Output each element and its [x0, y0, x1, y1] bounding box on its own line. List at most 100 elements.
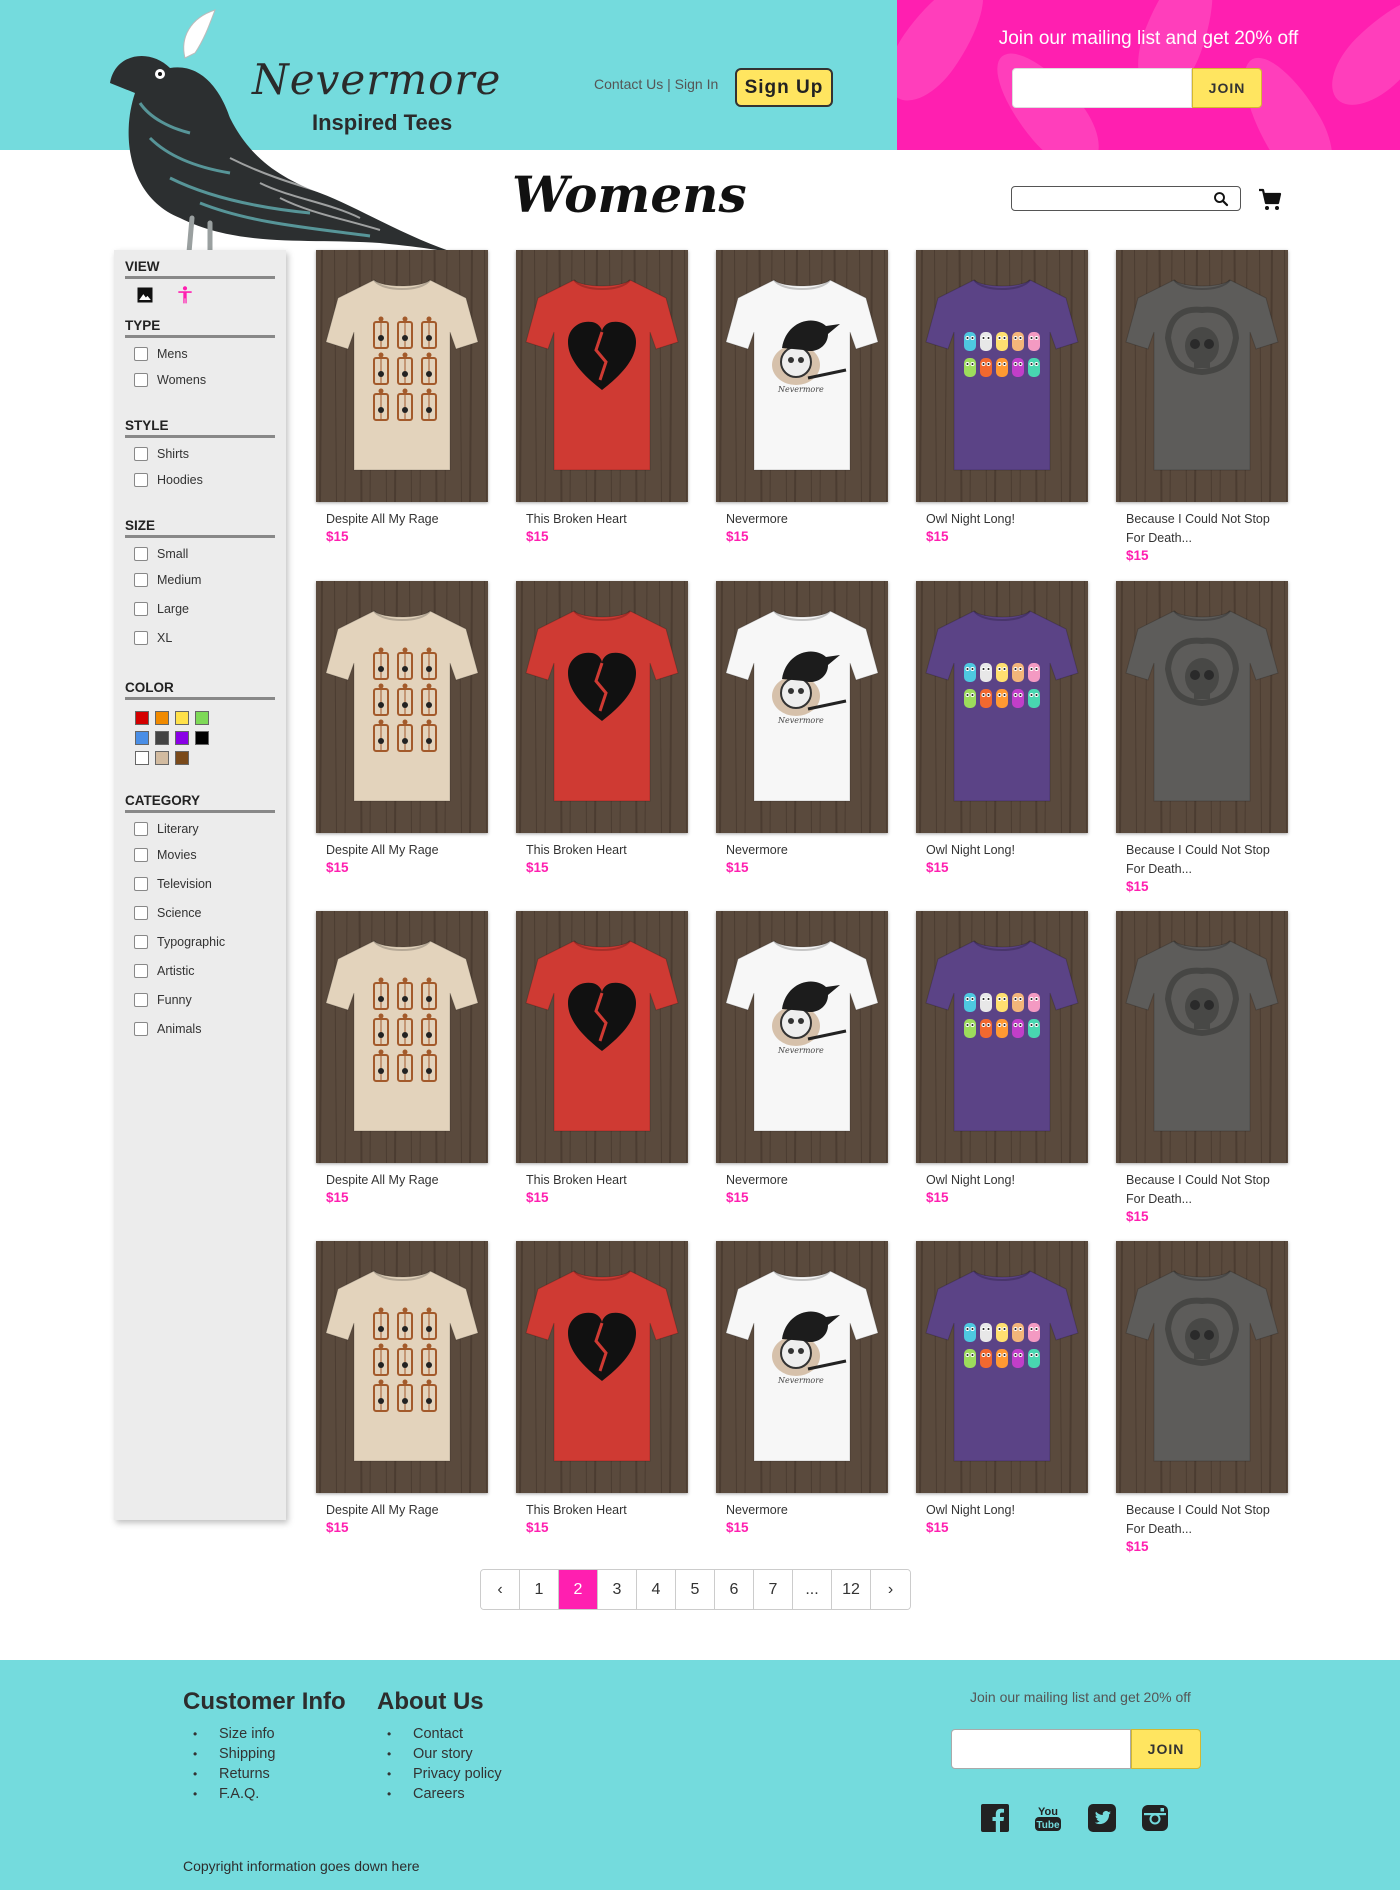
product-name[interactable]: Because I Could Not Stop For Death... — [1116, 1171, 1281, 1209]
product-name[interactable]: Because I Could Not Stop For Death... — [1116, 841, 1281, 879]
logo-title[interactable]: Nevermore — [252, 55, 501, 104]
filter-option-small[interactable]: Small — [125, 547, 275, 561]
checkbox[interactable] — [134, 631, 148, 645]
checkbox[interactable] — [134, 373, 148, 387]
prev-page-icon[interactable]: ‹ — [481, 1570, 520, 1609]
checkbox[interactable] — [134, 447, 148, 461]
product-image[interactable]: Nevermore — [716, 581, 888, 833]
product-name[interactable]: Despite All My Rage — [316, 1501, 481, 1520]
product-name[interactable]: Owl Night Long! — [916, 1171, 1081, 1190]
filter-option-xl[interactable]: XL — [125, 631, 275, 645]
youtube-icon[interactable]: You Tube — [1033, 1803, 1063, 1833]
product-card[interactable]: Because I Could Not Stop For Death... $15 — [1116, 581, 1288, 894]
product-image[interactable]: Nevermore — [716, 911, 888, 1163]
filter-option-movies[interactable]: Movies — [125, 848, 275, 862]
checkbox[interactable] — [134, 964, 148, 978]
footer-link-contact[interactable]: Contact — [377, 1724, 502, 1744]
product-card[interactable]: Because I Could Not Stop For Death... $15 — [1116, 250, 1288, 563]
color-swatch[interactable] — [195, 731, 209, 745]
color-swatch[interactable] — [135, 711, 149, 725]
product-card[interactable]: Despite All My Rage $15 — [316, 1241, 488, 1535]
sign-in-link[interactable]: Sign In — [675, 76, 719, 92]
product-image[interactable]: Nevermore — [716, 1241, 888, 1493]
mailing-email-input[interactable] — [1012, 68, 1192, 108]
color-swatch[interactable] — [155, 711, 169, 725]
product-card[interactable]: This Broken Heart $15 — [516, 250, 688, 544]
product-name[interactable]: Despite All My Rage — [316, 1171, 481, 1190]
instagram-icon[interactable] — [1140, 1803, 1170, 1833]
filter-option-animals[interactable]: Animals — [125, 1022, 275, 1036]
twitter-icon[interactable] — [1087, 1803, 1117, 1833]
footer-link-careers[interactable]: Careers — [377, 1784, 502, 1804]
checkbox[interactable] — [134, 573, 148, 587]
product-card[interactable]: Despite All My Rage $15 — [316, 911, 488, 1205]
product-image[interactable] — [516, 250, 688, 502]
product-name[interactable]: This Broken Heart — [516, 841, 681, 860]
product-name[interactable]: Nevermore — [716, 1171, 881, 1190]
product-name[interactable]: Nevermore — [716, 841, 881, 860]
product-image[interactable] — [1116, 581, 1288, 833]
product-name[interactable]: Because I Could Not Stop For Death... — [1116, 510, 1281, 548]
filter-option-womens[interactable]: Womens — [125, 373, 275, 387]
product-card[interactable]: Owl Night Long! $15 — [916, 1241, 1088, 1535]
product-name[interactable]: Owl Night Long! — [916, 510, 1081, 529]
model-view-icon[interactable] — [175, 285, 195, 305]
color-swatch[interactable] — [195, 711, 209, 725]
footer-link-privacy[interactable]: Privacy policy — [377, 1764, 502, 1784]
filter-option-literary[interactable]: Literary — [125, 822, 275, 836]
product-card[interactable]: Owl Night Long! $15 — [916, 581, 1088, 875]
checkbox[interactable] — [134, 547, 148, 561]
product-image[interactable] — [916, 1241, 1088, 1493]
page-button[interactable]: 3 — [598, 1570, 637, 1609]
checkbox[interactable] — [134, 1022, 148, 1036]
product-name[interactable]: Owl Night Long! — [916, 841, 1081, 860]
footer-link-size-info[interactable]: Size info — [183, 1724, 346, 1744]
filter-option-hoodies[interactable]: Hoodies — [125, 473, 275, 487]
filter-option-science[interactable]: Science — [125, 906, 275, 920]
page-button[interactable]: 1 — [520, 1570, 559, 1609]
checkbox[interactable] — [134, 347, 148, 361]
color-swatch[interactable] — [175, 731, 189, 745]
facebook-icon[interactable] — [980, 1803, 1010, 1833]
footer-email-input[interactable] — [951, 1729, 1131, 1769]
checkbox[interactable] — [134, 848, 148, 862]
product-image[interactable] — [1116, 1241, 1288, 1493]
product-image[interactable] — [916, 250, 1088, 502]
product-image[interactable] — [516, 581, 688, 833]
page-button[interactable]: 7 — [754, 1570, 793, 1609]
product-image[interactable] — [516, 911, 688, 1163]
checkbox[interactable] — [134, 822, 148, 836]
filter-option-medium[interactable]: Medium — [125, 573, 275, 587]
footer-link-returns[interactable]: Returns — [183, 1764, 346, 1784]
footer-link-our-story[interactable]: Our story — [377, 1744, 502, 1764]
filter-option-large[interactable]: Large — [125, 602, 275, 616]
color-swatch[interactable] — [155, 751, 169, 765]
product-card[interactable]: Because I Could Not Stop For Death... $15 — [1116, 1241, 1288, 1554]
product-card[interactable]: Nevermore Nevermore $15 — [716, 911, 888, 1205]
footer-join-button[interactable]: JOIN — [1131, 1729, 1201, 1769]
filter-option-mens[interactable]: Mens — [125, 347, 275, 361]
color-swatch[interactable] — [155, 731, 169, 745]
contact-us-link[interactable]: Contact Us — [594, 76, 663, 92]
checkbox[interactable] — [134, 993, 148, 1007]
product-card[interactable]: Owl Night Long! $15 — [916, 250, 1088, 544]
page-button[interactable]: 2 — [559, 1570, 598, 1609]
product-card[interactable]: This Broken Heart $15 — [516, 581, 688, 875]
product-card[interactable]: This Broken Heart $15 — [516, 1241, 688, 1535]
product-card[interactable]: Despite All My Rage $15 — [316, 250, 488, 544]
filter-option-television[interactable]: Television — [125, 877, 275, 891]
color-swatch[interactable] — [135, 751, 149, 765]
product-name[interactable]: Despite All My Rage — [316, 841, 481, 860]
filter-option-typographic[interactable]: Typographic — [125, 935, 275, 949]
page-button[interactable]: 6 — [715, 1570, 754, 1609]
product-card[interactable]: Nevermore Nevermore $15 — [716, 250, 888, 544]
footer-link-faq[interactable]: F.A.Q. — [183, 1784, 346, 1804]
footer-link-shipping[interactable]: Shipping — [183, 1744, 346, 1764]
product-card[interactable]: Nevermore Nevermore $15 — [716, 581, 888, 875]
product-name[interactable]: Despite All My Rage — [316, 510, 481, 529]
product-name[interactable]: This Broken Heart — [516, 1501, 681, 1520]
product-card[interactable]: Despite All My Rage $15 — [316, 581, 488, 875]
product-card[interactable]: This Broken Heart $15 — [516, 911, 688, 1205]
shopping-cart-icon[interactable] — [1258, 188, 1282, 212]
product-image[interactable] — [316, 250, 488, 502]
